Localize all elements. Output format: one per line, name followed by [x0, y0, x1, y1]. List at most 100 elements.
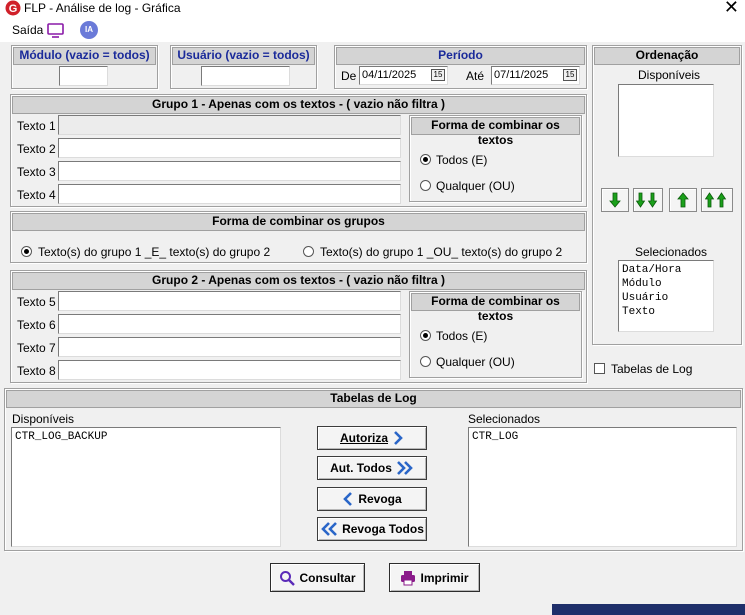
double-chevron-left-icon — [321, 522, 338, 536]
list-item[interactable]: Usuário — [622, 291, 710, 305]
double-chevron-right-icon — [396, 461, 413, 475]
grupo2-combine-header: Forma de combinar os textos — [411, 293, 580, 323]
grupo1-qualquer-radio[interactable] — [420, 180, 431, 191]
move-down-button[interactable] — [601, 188, 629, 212]
usuario-group: Usuário (vazio = todos) — [170, 45, 317, 89]
texto5-input[interactable] — [58, 291, 401, 311]
de-label: De — [341, 69, 357, 83]
consultar-button[interactable]: Consultar — [270, 563, 365, 592]
revoga-label: Revoga — [358, 492, 402, 506]
tabelas-group: Tabelas de Log Disponíveis CTR_LOG_BACKU… — [4, 388, 743, 551]
menu-bar: Saída IA — [0, 18, 745, 42]
revoga-todos-button[interactable]: Revoga Todos — [317, 517, 427, 541]
texto3-input[interactable] — [58, 161, 401, 181]
grupos-ou-label: Texto(s) do grupo 1 _OU_ texto(s) do gru… — [320, 245, 563, 259]
usuario-header: Usuário (vazio = todos) — [172, 47, 315, 65]
calendar-icon[interactable]: 15 — [563, 69, 577, 81]
taskbar-strip — [552, 604, 745, 615]
texto6-label: Texto 6 — [17, 318, 56, 332]
aut-todos-button[interactable]: Aut. Todos — [317, 456, 427, 480]
arrow-up-icon — [677, 192, 689, 208]
texto7-label: Texto 7 — [17, 341, 56, 355]
monitor-icon[interactable] — [46, 21, 66, 39]
de-date-input[interactable]: 04/11/2025 15 — [359, 66, 448, 85]
grupo1-todos-radio[interactable] — [420, 154, 431, 165]
grupo2-todos-label: Todos (E) — [436, 329, 488, 343]
tabelas-log-checkbox[interactable] — [594, 363, 605, 374]
list-item[interactable]: Texto — [622, 305, 710, 319]
app-logo-icon: G — [5, 0, 21, 16]
calendar-glyph: 15 — [565, 70, 575, 79]
grupo2-combine-group: Forma de combinar os textos Todos (E) Qu… — [409, 291, 582, 378]
periodo-header: Período — [336, 47, 585, 65]
move-top-button[interactable] — [701, 188, 733, 212]
revoga-button[interactable]: Revoga — [317, 487, 427, 511]
texto2-label: Texto 2 — [17, 142, 56, 156]
chevron-left-icon — [343, 492, 353, 506]
autoriza-label: Autoriza — [340, 431, 388, 445]
ate-date-value: 07/11/2025 — [494, 69, 549, 81]
autoriza-button[interactable]: Autoriza — [317, 426, 427, 450]
texto8-input[interactable] — [58, 360, 401, 380]
grupos-ou-radio[interactable] — [303, 246, 314, 257]
ia-label: IA — [85, 25, 93, 34]
ordenacao-group: Ordenação Disponíveis Selecionados Data/… — [592, 45, 742, 345]
grupo1-todos-label: Todos (E) — [436, 153, 488, 167]
arrow-down-icon — [609, 192, 621, 208]
ate-date-input[interactable]: 07/11/2025 15 — [491, 66, 580, 85]
list-item[interactable]: Módulo — [622, 277, 710, 291]
chevron-right-icon — [394, 431, 403, 445]
grupo2-todos-radio[interactable] — [420, 330, 431, 341]
de-date-value: 04/11/2025 — [362, 69, 417, 81]
window-title: FLP - Análise de log - Gráfica — [24, 1, 181, 15]
modulo-group: Módulo (vazio = todos) — [11, 45, 158, 89]
usuario-input[interactable] — [201, 66, 290, 86]
list-item[interactable]: CTR_LOG_BACKUP — [15, 430, 277, 444]
grupo1-header: Grupo 1 - Apenas com os textos - ( vazio… — [12, 96, 585, 114]
ordenacao-disponiveis-list[interactable] — [618, 84, 714, 157]
grupo1-combine-group: Forma de combinar os textos Todos (E) Qu… — [409, 115, 582, 202]
list-item[interactable]: Data/Hora — [622, 263, 710, 277]
calendar-icon[interactable]: 15 — [431, 69, 445, 81]
magnifier-icon — [280, 570, 296, 586]
grupos-combine-header: Forma de combinar os grupos — [12, 213, 585, 231]
texto4-input[interactable] — [58, 184, 401, 204]
ordenacao-selecionados-list[interactable]: Data/Hora Módulo Usuário Texto — [618, 260, 714, 332]
move-bottom-button[interactable] — [633, 188, 663, 212]
tabelas-log-checkbox-label: Tabelas de Log — [611, 362, 693, 376]
grupos-e-radio[interactable] — [21, 246, 32, 257]
menu-saida[interactable]: Saída — [12, 23, 43, 37]
grupos-e-label: Texto(s) do grupo 1 _E_ texto(s) do grup… — [38, 245, 271, 259]
double-arrow-up-icon — [705, 192, 727, 208]
grupo2-qualquer-label: Qualquer (OU) — [436, 355, 515, 369]
svg-text:G: G — [9, 3, 18, 15]
periodo-group: Período De 04/11/2025 15 Até 07/11/2025 … — [334, 45, 587, 89]
tabelas-selecionados-list[interactable]: CTR_LOG — [468, 427, 737, 547]
aut-todos-label: Aut. Todos — [330, 461, 392, 475]
texto5-label: Texto 5 — [17, 295, 56, 309]
imprimir-button[interactable]: Imprimir — [389, 563, 480, 592]
move-up-button[interactable] — [669, 188, 697, 212]
tabelas-disponiveis-list[interactable]: CTR_LOG_BACKUP — [11, 427, 281, 547]
ordenacao-disponiveis-label: Disponíveis — [638, 68, 701, 82]
texto7-input[interactable] — [58, 337, 401, 357]
printer-icon — [401, 570, 416, 585]
texto6-input[interactable] — [58, 314, 401, 334]
grupo1-group: Grupo 1 - Apenas com os textos - ( vazio… — [10, 94, 587, 207]
grupo1-qualquer-label: Qualquer (OU) — [436, 179, 515, 193]
grupos-combine-group: Forma de combinar os grupos Texto(s) do … — [10, 211, 587, 263]
modulo-input[interactable] — [59, 66, 108, 86]
ia-icon[interactable]: IA — [80, 21, 98, 39]
close-icon[interactable]: ✕ — [724, 0, 739, 16]
ordenacao-selecionados-label: Selecionados — [635, 245, 708, 259]
list-item[interactable]: CTR_LOG — [472, 430, 733, 444]
revoga-todos-label: Revoga Todos — [342, 522, 424, 536]
tabelas-disponiveis-label: Disponíveis — [12, 412, 75, 426]
grupo2-qualquer-radio[interactable] — [420, 356, 431, 367]
imprimir-label: Imprimir — [420, 570, 469, 585]
texto3-label: Texto 3 — [17, 165, 56, 179]
texto1-input[interactable] — [58, 115, 401, 135]
calendar-glyph: 15 — [433, 70, 443, 79]
texto4-label: Texto 4 — [17, 188, 56, 202]
texto2-input[interactable] — [58, 138, 401, 158]
